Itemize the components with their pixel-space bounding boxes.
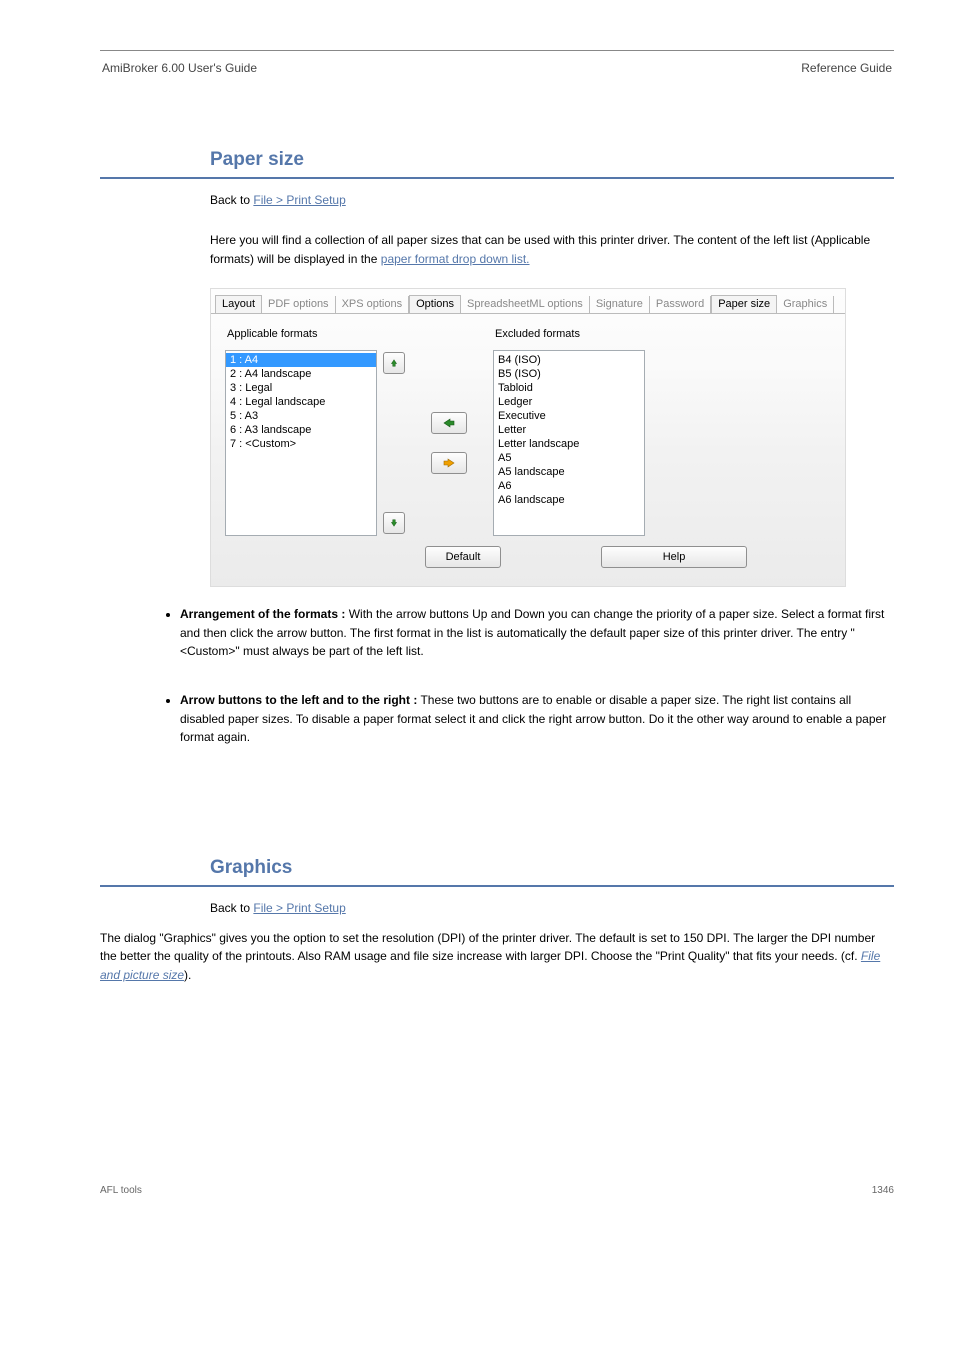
- applicable-label: Applicable formats: [225, 328, 377, 340]
- list-item[interactable]: Tabloid: [494, 381, 644, 395]
- applicable-listbox[interactable]: 1 : A42 : A4 landscape3 : Legal4 : Legal…: [225, 350, 377, 536]
- tab-xps-options[interactable]: XPS options: [336, 296, 410, 313]
- backlink-label: Back to: [210, 193, 250, 207]
- explanation-bullets: Arrangement of the formats With the arro…: [180, 605, 894, 747]
- header-left: AmiBroker 6.00 User's Guide: [100, 57, 598, 79]
- section-divider: [100, 177, 894, 179]
- header-right: Reference Guide: [598, 57, 894, 79]
- move-up-button[interactable]: [383, 352, 405, 374]
- excluded-listbox[interactable]: B4 (ISO)B5 (ISO)TabloidLedgerExecutiveLe…: [493, 350, 645, 536]
- graphics-backlink: Back to File > Print Setup: [210, 901, 894, 915]
- list-item[interactable]: B4 (ISO): [494, 353, 644, 367]
- page-footer: AFL tools 1346: [100, 1185, 894, 1196]
- graphics-divider: [100, 885, 894, 887]
- list-item[interactable]: Letter landscape: [494, 437, 644, 451]
- bullet-head: Arrangement of the formats: [180, 607, 345, 621]
- intro-paragraph: Here you will find a collection of all p…: [210, 231, 894, 268]
- footer-left: AFL tools: [100, 1185, 142, 1196]
- graphics-body: The dialog "Graphics" gives you the opti…: [100, 931, 875, 964]
- footer-right: 1346: [872, 1185, 894, 1196]
- graphics-section-header: Graphics: [210, 857, 894, 879]
- list-item[interactable]: 2 : A4 landscape: [226, 367, 376, 381]
- default-button[interactable]: Default: [425, 546, 501, 568]
- graphics-backlink-label: Back to: [210, 901, 250, 915]
- list-item[interactable]: Letter: [494, 423, 644, 437]
- tab-layout[interactable]: Layout: [215, 295, 262, 314]
- bullet-item: Arrangement of the formats With the arro…: [180, 605, 894, 661]
- intro-text: Here you will find a collection of all p…: [210, 233, 870, 266]
- header-divider: [100, 50, 894, 51]
- move-right-button[interactable]: [431, 452, 467, 474]
- paper-size-screenshot: LayoutPDF optionsXPS optionsOptionsSprea…: [210, 288, 846, 587]
- tab-signature[interactable]: Signature: [590, 296, 650, 313]
- tab-options[interactable]: Options: [409, 295, 461, 314]
- list-item[interactable]: B5 (ISO): [494, 367, 644, 381]
- graphics-paragraph: The dialog "Graphics" gives you the opti…: [100, 929, 894, 985]
- list-item[interactable]: 7 : <Custom>: [226, 437, 376, 451]
- section-backlink: Back to File > Print Setup: [210, 193, 894, 207]
- tab-strip: LayoutPDF optionsXPS optionsOptionsSprea…: [211, 289, 845, 314]
- list-item[interactable]: A6 landscape: [494, 493, 644, 507]
- graphics-body-tail: ).: [184, 968, 191, 982]
- help-button[interactable]: Help: [601, 546, 747, 568]
- list-item[interactable]: Ledger: [494, 395, 644, 409]
- page-header: AmiBroker 6.00 User's Guide Reference Gu…: [100, 57, 894, 79]
- list-item[interactable]: 6 : A3 landscape: [226, 423, 376, 437]
- section-name: Paper size: [210, 149, 894, 171]
- arrow-right-icon: [443, 457, 455, 469]
- tab-paper-size[interactable]: Paper size: [711, 295, 777, 314]
- tab-spreadsheetml-options[interactable]: SpreadsheetML options: [461, 296, 590, 313]
- bullet-item: Arrow buttons to the left and to the rig…: [180, 691, 894, 747]
- move-down-button[interactable]: [383, 512, 405, 534]
- tab-graphics[interactable]: Graphics: [777, 296, 834, 313]
- tab-pdf-options[interactable]: PDF options: [262, 296, 336, 313]
- list-item[interactable]: 3 : Legal: [226, 381, 376, 395]
- arrow-up-icon: [390, 357, 398, 369]
- list-item[interactable]: 5 : A3: [226, 409, 376, 423]
- move-left-button[interactable]: [431, 412, 467, 434]
- list-item[interactable]: 4 : Legal landscape: [226, 395, 376, 409]
- list-item[interactable]: Executive: [494, 409, 644, 423]
- section-header: Paper size: [210, 149, 894, 171]
- intro-link[interactable]: paper format drop down list.: [381, 252, 530, 266]
- arrow-left-icon: [443, 417, 455, 429]
- list-item[interactable]: A5: [494, 451, 644, 465]
- list-item[interactable]: A5 landscape: [494, 465, 644, 479]
- list-item[interactable]: A6: [494, 479, 644, 493]
- excluded-label: Excluded formats: [493, 328, 645, 340]
- arrow-down-icon: [390, 517, 398, 529]
- bullet-head: Arrow buttons to the left and to the rig…: [180, 693, 417, 707]
- graphics-title: Graphics: [210, 857, 894, 879]
- graphics-backlink-link[interactable]: File > Print Setup: [253, 901, 345, 915]
- backlink-link[interactable]: File > Print Setup: [253, 193, 345, 207]
- list-item[interactable]: 1 : A4: [226, 353, 376, 367]
- tab-password[interactable]: Password: [650, 296, 711, 313]
